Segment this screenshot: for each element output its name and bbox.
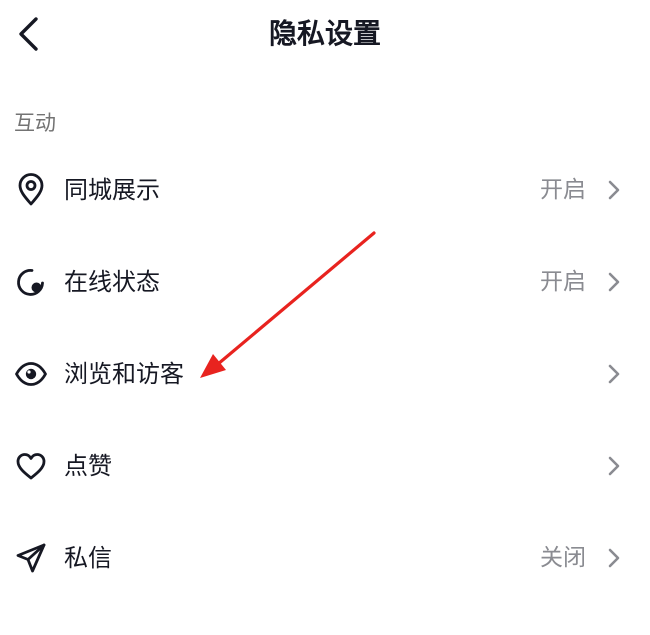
chevron-right-icon	[602, 359, 626, 389]
location-pin-icon	[14, 173, 48, 207]
online-status-icon	[14, 265, 48, 299]
top-bar: 隐私设置	[0, 0, 650, 72]
chevron-right-icon	[602, 543, 626, 573]
eye-icon	[14, 357, 48, 391]
chevron-right-icon	[602, 175, 626, 205]
privacy-settings-page: 隐私设置 互动 同城展示 开启 在线状态 开启 浏览和访客 点赞 私信 关闭	[0, 0, 650, 635]
setting-row-label: 同城展示	[64, 176, 160, 204]
settings-list: 同城展示 开启 在线状态 开启 浏览和访客 点赞 私信 关闭	[0, 144, 650, 604]
setting-row-label: 浏览和访客	[64, 360, 184, 388]
setting-row-value: 关闭	[540, 545, 586, 571]
setting-row-label: 在线状态	[64, 268, 160, 296]
chevron-right-icon	[602, 451, 626, 481]
setting-row-views-and-visitors[interactable]: 浏览和访客	[0, 328, 650, 420]
setting-row-value: 开启	[540, 269, 586, 295]
setting-row-direct-messages[interactable]: 私信 关闭	[0, 512, 650, 604]
setting-row-online-status[interactable]: 在线状态 开启	[0, 236, 650, 328]
setting-row-value: 开启	[540, 177, 586, 203]
chevron-right-icon	[602, 267, 626, 297]
page-title: 隐私设置	[268, 17, 381, 50]
setting-row-nearby-display[interactable]: 同城展示 开启	[0, 144, 650, 236]
setting-row-likes[interactable]: 点赞	[0, 420, 650, 512]
paper-plane-icon	[14, 541, 48, 575]
heart-icon	[14, 449, 48, 483]
setting-row-label: 点赞	[64, 452, 112, 480]
setting-row-label: 私信	[64, 544, 112, 572]
section-label-interaction: 互动	[14, 111, 56, 135]
